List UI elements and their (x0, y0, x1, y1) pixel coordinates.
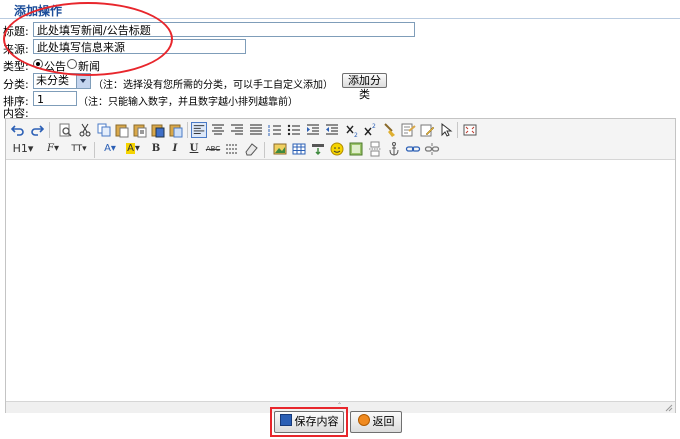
superscript-icon[interactable]: 2 (362, 122, 378, 138)
align-right-icon[interactable] (229, 122, 245, 138)
type-option-announcement: 公告 (44, 60, 66, 73)
svg-text:2: 2 (354, 132, 358, 138)
save-button-label: 保存内容 (294, 415, 339, 428)
highlight-icon[interactable]: A▾ (123, 141, 143, 157)
bold-icon[interactable]: B (148, 141, 164, 157)
type-label: 类型: (3, 60, 29, 73)
indent-icon[interactable] (305, 122, 321, 138)
select-all-icon[interactable] (400, 122, 416, 138)
page-header (0, 0, 680, 19)
anchor-icon[interactable] (386, 141, 402, 157)
resize-grip-icon[interactable] (664, 403, 673, 412)
font-family-label: F (47, 143, 54, 154)
toolbar-separator (94, 142, 95, 158)
copy-icon[interactable] (96, 122, 112, 138)
toolbar-separator (264, 142, 265, 158)
eraser-icon[interactable] (243, 141, 259, 157)
outdent-icon[interactable] (324, 122, 340, 138)
redo-icon[interactable] (29, 122, 45, 138)
font-size-dropdown[interactable]: TT▾ (67, 141, 91, 157)
undo-icon[interactable] (10, 122, 26, 138)
type-option-news: 新闻 (78, 60, 100, 73)
font-color-icon[interactable]: A▾ (100, 141, 120, 157)
edit-html-icon[interactable] (419, 122, 435, 138)
underline-icon[interactable]: U (186, 141, 202, 157)
title-label: 标题: (3, 25, 29, 38)
toolbar-separator (49, 122, 50, 138)
flash-icon[interactable] (348, 141, 364, 157)
pagebreak-icon[interactable] (367, 141, 383, 157)
page-title: 添加操作 (14, 4, 63, 18)
line-height-icon[interactable] (224, 141, 240, 157)
fullscreen-icon[interactable] (462, 122, 478, 138)
heading-dropdown[interactable]: H1▾ (10, 141, 36, 157)
align-justify-icon[interactable] (248, 122, 264, 138)
back-button[interactable]: 返回 (350, 411, 402, 433)
paste-icon[interactable] (114, 122, 130, 138)
preview-icon[interactable] (57, 122, 73, 138)
category-select[interactable]: 未分类 (33, 73, 91, 89)
save-icon (279, 414, 292, 426)
unordered-list-icon[interactable] (286, 122, 302, 138)
chevron-down-icon (76, 74, 90, 88)
align-left-icon[interactable] (191, 122, 207, 138)
paste-word-icon[interactable] (150, 122, 166, 138)
subscript-icon[interactable]: 2 (344, 122, 360, 138)
font-size-label: TT (71, 144, 83, 154)
clear-format-icon[interactable] (381, 122, 397, 138)
category-select-value: 未分类 (36, 74, 69, 87)
order-input[interactable]: 1 (33, 91, 77, 106)
emoticon-icon[interactable] (329, 141, 345, 157)
paste-text-icon[interactable] (132, 122, 148, 138)
strikethrough-icon[interactable]: ABC (205, 141, 221, 157)
save-button[interactable]: 保存内容 (274, 411, 344, 433)
font-family-dropdown[interactable]: F▾ (42, 141, 64, 157)
heading-label: H1 (12, 142, 28, 155)
add-category-button[interactable]: 添加分类 (342, 73, 387, 101)
align-center-icon[interactable] (210, 122, 226, 138)
svg-text:2: 2 (372, 123, 376, 130)
source-label: 来源: (3, 43, 29, 56)
media-icon[interactable] (310, 141, 326, 157)
cut-icon[interactable] (77, 122, 93, 138)
source-input[interactable]: 此处填写信息来源 (33, 39, 246, 54)
title-input[interactable]: 此处填写新闻/公告标题 (33, 22, 415, 37)
link-icon[interactable] (405, 141, 421, 157)
image-icon[interactable] (272, 141, 288, 157)
type-radio-news[interactable] (67, 59, 77, 69)
paste-plain-icon[interactable] (168, 122, 184, 138)
toolbar-separator (457, 122, 458, 138)
editor-toolbar: 2 2 H1▾ F▾ TT▾ A▾ A▾ B I U ABC (6, 119, 675, 160)
category-label: 分类: (3, 78, 29, 91)
back-button-label: 返回 (372, 415, 395, 428)
type-radio-announcement[interactable] (33, 59, 43, 69)
ordered-list-icon[interactable] (267, 122, 283, 138)
rich-text-editor: 2 2 H1▾ F▾ TT▾ A▾ A▾ B I U ABC ⌃ (5, 118, 676, 413)
italic-icon[interactable]: I (167, 141, 183, 157)
toolbar-separator (187, 122, 188, 138)
back-icon (357, 414, 370, 426)
table-icon[interactable] (291, 141, 307, 157)
category-note: （注：选择没有您所需的分类，可以手工自定义添加） (93, 80, 333, 91)
unlink-icon[interactable] (424, 141, 440, 157)
editor-content-area[interactable] (6, 160, 675, 400)
pointer-icon[interactable] (438, 122, 454, 138)
order-note: （注：只能输入数字，并且数字越小排列越靠前） (78, 97, 298, 108)
